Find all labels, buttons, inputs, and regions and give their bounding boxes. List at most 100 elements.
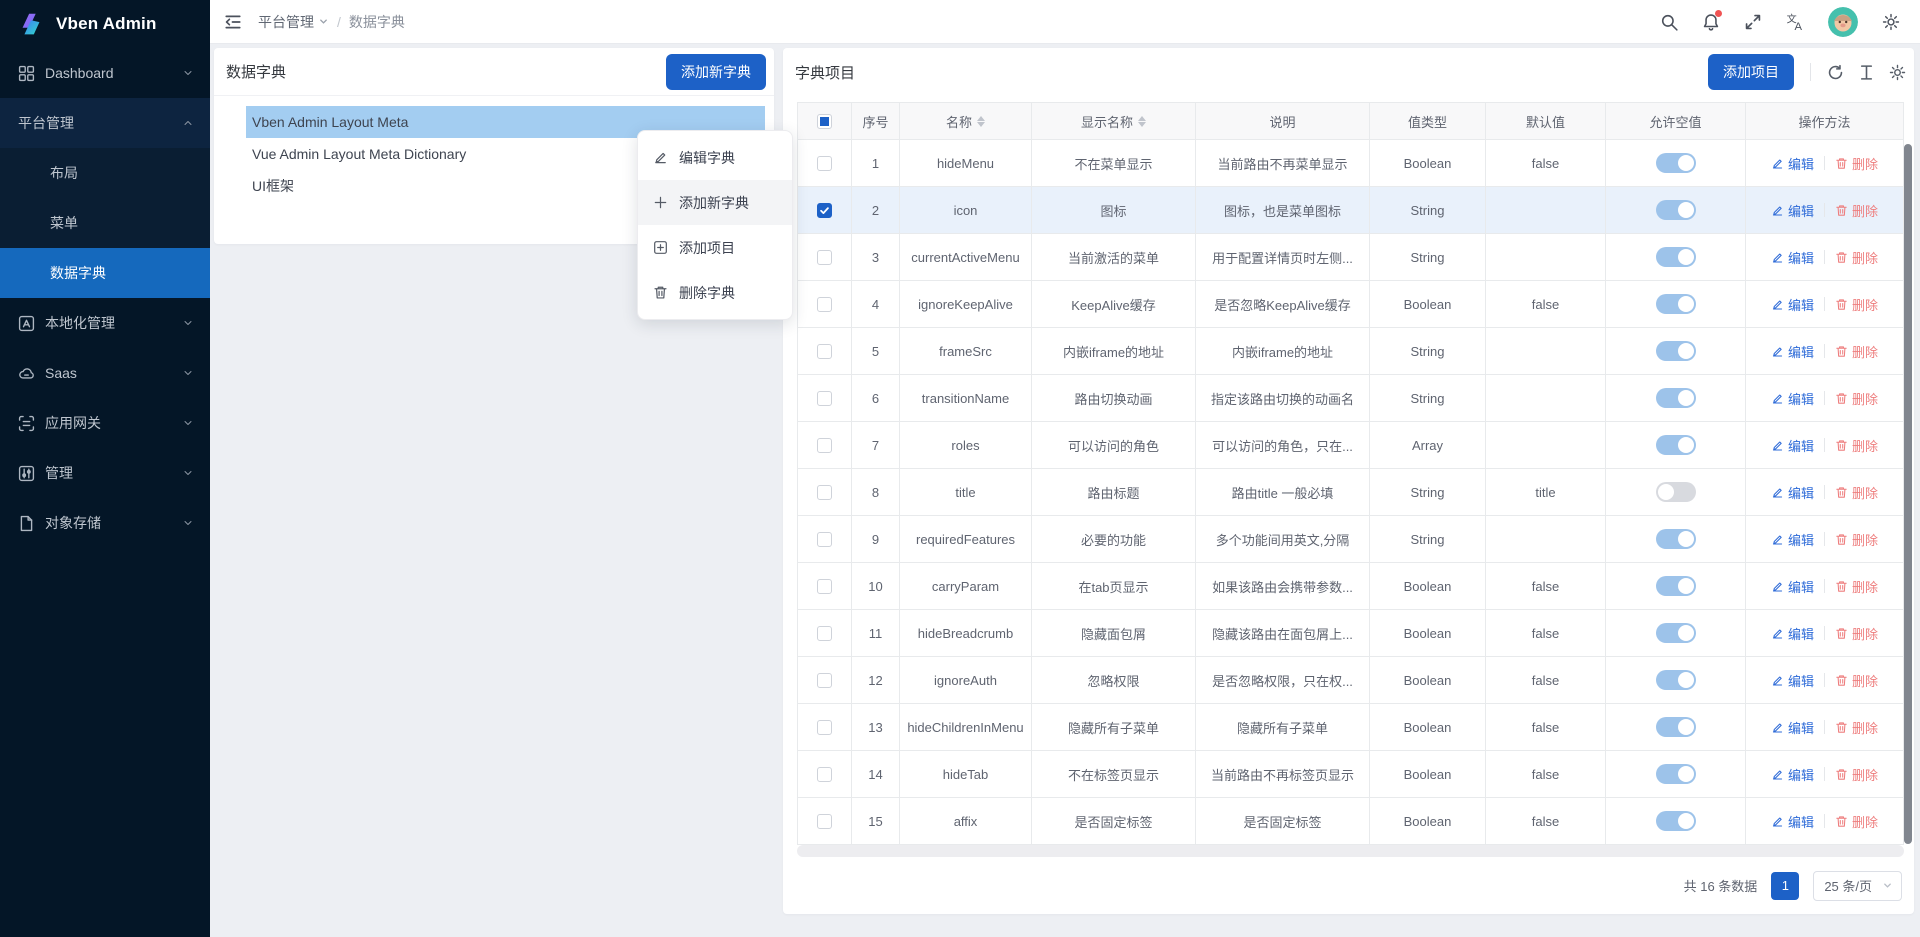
edit-button[interactable]: 编辑 <box>1771 436 1814 455</box>
delete-button[interactable]: 删除 <box>1835 154 1878 173</box>
sidebar-item-object-storage[interactable]: 对象存储 <box>0 498 210 548</box>
delete-button[interactable]: 删除 <box>1835 671 1878 690</box>
allow-null-toggle[interactable] <box>1656 670 1696 690</box>
breadcrumb-item-platform[interactable]: 平台管理 <box>258 12 329 32</box>
horizontal-scrollbar[interactable] <box>797 845 1904 857</box>
delete-button[interactable]: 删除 <box>1835 483 1878 502</box>
allow-null-toggle[interactable] <box>1656 623 1696 643</box>
row-checkbox[interactable] <box>817 626 832 641</box>
sidebar-item-management[interactable]: 管理 <box>0 448 210 498</box>
edit-button[interactable]: 编辑 <box>1771 671 1814 690</box>
allow-null-toggle[interactable] <box>1656 247 1696 267</box>
row-checkbox[interactable] <box>817 767 832 782</box>
row-checkbox[interactable] <box>817 720 832 735</box>
row-checkbox[interactable] <box>817 391 832 406</box>
delete-button[interactable]: 删除 <box>1835 342 1878 361</box>
cell-index: 3 <box>852 234 900 281</box>
add-dictionary-button[interactable]: 添加新字典 <box>666 54 766 90</box>
language-translate-icon[interactable]: 文A <box>1786 13 1804 31</box>
sidebar-subitem-data-dictionary[interactable]: 数据字典 <box>0 248 210 298</box>
notification-badge <box>1715 10 1722 17</box>
sidebar-item-localization[interactable]: 本地化管理 <box>0 298 210 348</box>
edit-button[interactable]: 编辑 <box>1771 577 1814 596</box>
edit-button[interactable]: 编辑 <box>1771 530 1814 549</box>
context-menu-item-add-item[interactable]: 添加项目 <box>638 225 792 270</box>
row-checkbox[interactable] <box>817 673 832 688</box>
cell-name: icon <box>900 187 1032 234</box>
delete-button[interactable]: 删除 <box>1835 812 1878 831</box>
cell-default-value: false <box>1486 751 1606 798</box>
delete-button[interactable]: 删除 <box>1835 530 1878 549</box>
row-checkbox[interactable] <box>817 814 832 829</box>
delete-button[interactable]: 删除 <box>1835 295 1878 314</box>
pagination-page-1[interactable]: 1 <box>1771 872 1799 900</box>
row-checkbox[interactable] <box>817 438 832 453</box>
allow-null-toggle[interactable] <box>1656 764 1696 784</box>
fullscreen-icon[interactable] <box>1744 13 1762 31</box>
settings-gear-icon[interactable] <box>1882 13 1900 31</box>
column-header: 操作方法 <box>1746 103 1903 140</box>
allow-null-toggle[interactable] <box>1656 341 1696 361</box>
edit-button[interactable]: 编辑 <box>1771 389 1814 408</box>
row-checkbox[interactable] <box>817 203 832 218</box>
edit-button[interactable]: 编辑 <box>1771 248 1814 267</box>
sidebar-item-saas[interactable]: Saas <box>0 348 210 398</box>
context-menu-item-add-dictionary[interactable]: 添加新字典 <box>638 180 792 225</box>
delete-button[interactable]: 删除 <box>1835 201 1878 220</box>
allow-null-toggle[interactable] <box>1656 153 1696 173</box>
delete-button[interactable]: 删除 <box>1835 765 1878 784</box>
allow-null-toggle[interactable] <box>1656 388 1696 408</box>
edit-button[interactable]: 编辑 <box>1771 201 1814 220</box>
row-checkbox[interactable] <box>817 297 832 312</box>
allow-null-toggle[interactable] <box>1656 717 1696 737</box>
edit-button[interactable]: 编辑 <box>1771 483 1814 502</box>
row-checkbox[interactable] <box>817 579 832 594</box>
allow-null-toggle[interactable] <box>1656 435 1696 455</box>
row-checkbox[interactable] <box>817 532 832 547</box>
allow-null-toggle[interactable] <box>1656 294 1696 314</box>
notifications-bell-icon[interactable] <box>1702 13 1720 31</box>
vertical-scrollbar[interactable] <box>1904 144 1912 844</box>
brand[interactable]: Vben Admin <box>0 0 210 48</box>
context-menu-item-edit-dictionary[interactable]: 编辑字典 <box>638 135 792 180</box>
column-settings-gear-icon[interactable] <box>1889 64 1906 81</box>
delete-button[interactable]: 删除 <box>1835 436 1878 455</box>
row-height-icon[interactable] <box>1858 64 1875 81</box>
sidebar-subitem-layout[interactable]: 布局 <box>0 148 210 198</box>
sidebar-item-app-gateway[interactable]: 应用网关 <box>0 398 210 448</box>
delete-button[interactable]: 删除 <box>1835 718 1878 737</box>
context-menu-item-delete-dictionary[interactable]: 删除字典 <box>638 270 792 315</box>
delete-button[interactable]: 删除 <box>1835 624 1878 643</box>
row-checkbox[interactable] <box>817 250 832 265</box>
refresh-icon[interactable] <box>1827 64 1844 81</box>
sidebar-collapse-icon[interactable] <box>224 13 242 31</box>
sidebar-subitem-menu[interactable]: 菜单 <box>0 198 210 248</box>
row-checkbox[interactable] <box>817 156 832 171</box>
select-all-checkbox[interactable] <box>817 114 832 129</box>
edit-button[interactable]: 编辑 <box>1771 154 1814 173</box>
edit-button[interactable]: 编辑 <box>1771 812 1814 831</box>
allow-null-toggle[interactable] <box>1656 529 1696 549</box>
delete-button[interactable]: 删除 <box>1835 248 1878 267</box>
sort-carets[interactable] <box>1138 116 1146 127</box>
search-icon[interactable] <box>1660 13 1678 31</box>
sort-carets[interactable] <box>977 116 985 127</box>
row-checkbox[interactable] <box>817 344 832 359</box>
edit-button[interactable]: 编辑 <box>1771 295 1814 314</box>
row-checkbox[interactable] <box>817 485 832 500</box>
edit-button[interactable]: 编辑 <box>1771 342 1814 361</box>
edit-button[interactable]: 编辑 <box>1771 765 1814 784</box>
add-item-button[interactable]: 添加项目 <box>1708 54 1794 90</box>
delete-button[interactable]: 删除 <box>1835 389 1878 408</box>
edit-button[interactable]: 编辑 <box>1771 624 1814 643</box>
allow-null-toggle[interactable] <box>1656 576 1696 596</box>
allow-null-toggle[interactable] <box>1656 482 1696 502</box>
allow-null-toggle[interactable] <box>1656 811 1696 831</box>
page-size-select[interactable]: 25 条/页 <box>1813 871 1902 901</box>
allow-null-toggle[interactable] <box>1656 200 1696 220</box>
edit-button[interactable]: 编辑 <box>1771 718 1814 737</box>
delete-button[interactable]: 删除 <box>1835 577 1878 596</box>
user-avatar[interactable] <box>1828 7 1858 37</box>
sidebar-item-dashboard[interactable]: Dashboard <box>0 48 210 98</box>
sidebar-item-platform-management[interactable]: 平台管理 <box>0 98 210 148</box>
